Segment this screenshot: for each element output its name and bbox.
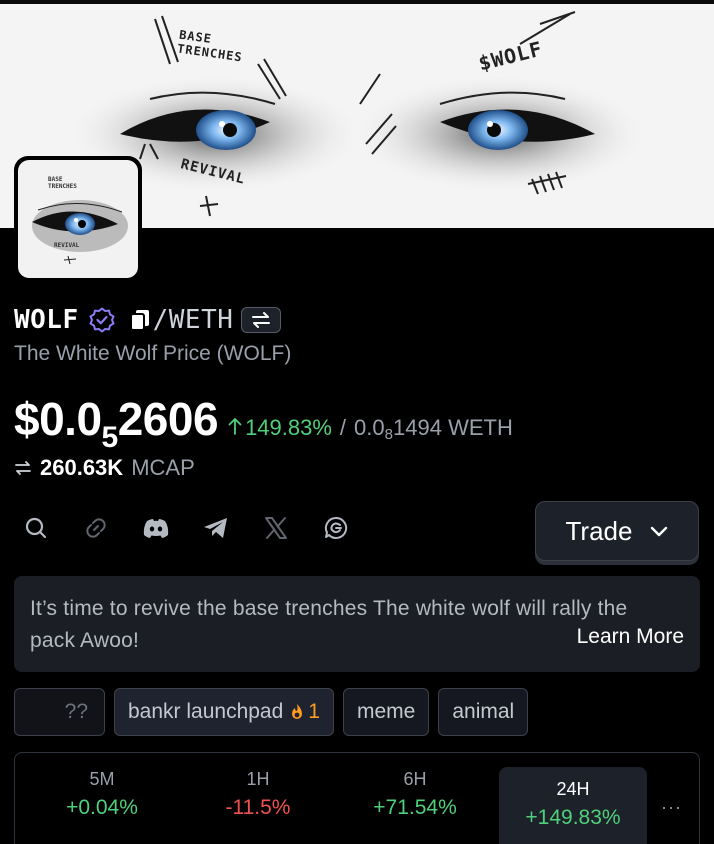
social-links — [20, 512, 380, 544]
verified-badge-icon[interactable] — [89, 307, 115, 333]
trade-dropdown-button[interactable]: Trade — [535, 501, 699, 561]
tag-unknown[interactable]: ?? — [14, 688, 105, 736]
stat-label: 6H — [403, 769, 427, 789]
avatar-base-trenches-text: BASE TRENCHES — [48, 176, 77, 190]
stat-value: +149.83% — [525, 806, 621, 829]
swap-arrows-icon — [252, 312, 271, 328]
tag-count: 1 — [289, 700, 320, 724]
price-row: $0.052606 149.83% / 0.081494 WETH — [14, 392, 513, 454]
tag-bankr-launchpad[interactable]: bankr launchpad 1 — [114, 688, 334, 736]
swap-pair-button[interactable] — [241, 307, 282, 333]
stat-label: 24H — [556, 779, 590, 799]
stat-24h[interactable]: 24H +149.83% — [499, 767, 647, 844]
tag-animal[interactable]: animal — [438, 688, 529, 736]
tag-label: bankr launchpad — [128, 700, 284, 723]
tag-meme[interactable]: meme — [342, 688, 430, 736]
stat-value: -11.5% — [225, 796, 291, 819]
market-cap-row: 260.63K MCAP — [14, 454, 195, 482]
price-separator: / — [339, 415, 347, 440]
stat-value: +71.54% — [373, 796, 457, 819]
more-options-icon[interactable]: ··· — [661, 797, 682, 818]
telegram-icon[interactable] — [200, 512, 232, 544]
swap-arrows-icon — [15, 461, 31, 475]
token-description: It’s time to revive the base trenches Th… — [14, 576, 700, 672]
trade-label: Trade — [565, 515, 633, 546]
price-change-24h: 149.83% — [228, 415, 332, 441]
stat-5m[interactable]: 5M +0.04% — [27, 767, 177, 823]
price-weth: 0.081494 WETH — [354, 415, 513, 443]
chat-icon[interactable] — [320, 512, 352, 544]
search-icon[interactable] — [20, 512, 52, 544]
discord-icon[interactable] — [140, 512, 172, 544]
token-symbol: WOLF — [14, 305, 79, 335]
stat-label: 5M — [89, 769, 115, 789]
market-cap-label: MCAP — [131, 455, 195, 480]
stat-label: 1H — [246, 769, 270, 789]
description-text: It’s time to revive the base trenches Th… — [30, 597, 628, 652]
token-tags: ?? bankr launchpad 1 meme animal — [14, 688, 537, 736]
x-icon[interactable] — [260, 512, 292, 544]
learn-more-link[interactable]: Learn More — [577, 625, 684, 649]
flame-icon — [292, 704, 303, 719]
stat-value: +0.04% — [66, 796, 138, 819]
stat-1h[interactable]: 1H -11.5% — [183, 767, 333, 823]
price-change-stats: 5M +0.04% 1H -11.5% 6H +71.54% 24H +149.… — [14, 752, 700, 844]
stat-6h[interactable]: 6H +71.54% — [340, 767, 490, 823]
quote-pair: /WETH — [152, 305, 234, 335]
token-title-row: WOLF /WETH — [14, 304, 282, 336]
chevron-down-icon — [651, 526, 668, 537]
avatar-wolf-eye-art — [32, 200, 128, 265]
copy-address-icon[interactable] — [129, 308, 151, 332]
arrow-up-icon — [228, 418, 242, 435]
token-subtitle: The White Wolf Price (WOLF) — [14, 342, 292, 365]
link-icon[interactable] — [80, 512, 112, 544]
market-cap-value: 260.63K — [40, 455, 124, 480]
token-avatar: BASE TRENCHES REVIVAL — [14, 156, 142, 282]
avatar-revival-text: REVIVAL — [54, 242, 80, 249]
price-usd: $0.052606 — [14, 393, 219, 454]
